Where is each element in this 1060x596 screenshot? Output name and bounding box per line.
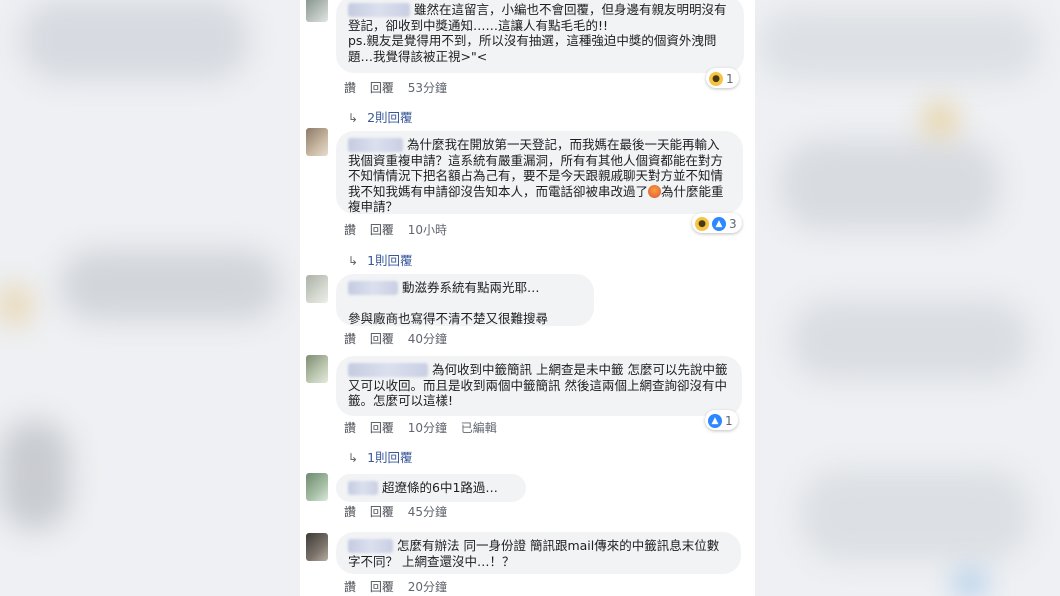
reaction-count: 1 xyxy=(726,72,734,86)
reply-button[interactable]: 回覆 xyxy=(370,505,394,519)
comment-actions: 讚 回覆 10分鐘 已編輯 xyxy=(344,419,507,436)
reaction-count: 3 xyxy=(729,217,737,231)
comment-actions: 讚 回覆 20分鐘 xyxy=(344,578,457,595)
commenter-name[interactable] xyxy=(348,363,428,377)
comment-bubble: 動滋券系統有點兩光耶… 參與廠商也寫得不清不楚又很難搜尋 xyxy=(336,274,594,326)
view-replies-link[interactable]: ↳ 1則回覆 xyxy=(348,250,413,269)
comment-actions: 讚 回覆 53分鐘 xyxy=(344,79,457,96)
wow-icon: ● xyxy=(709,72,723,86)
edited-label[interactable]: 已編輯 xyxy=(461,421,497,435)
like-button[interactable]: 讚 xyxy=(344,332,356,346)
reply-button[interactable]: 回覆 xyxy=(370,332,394,346)
comment-thread: 雖然在這留言，小編也不會回覆，但身邊有親友明明沒有登記，卻收到中獎通知……這讓人… xyxy=(300,0,755,596)
reply-arrow-icon: ↳ xyxy=(348,254,359,268)
comment-timestamp[interactable]: 20分鐘 xyxy=(408,580,447,594)
comment-timestamp[interactable]: 10小時 xyxy=(408,223,447,237)
avatar[interactable] xyxy=(306,355,328,383)
comment-timestamp[interactable]: 40分鐘 xyxy=(408,332,447,346)
like-button[interactable]: 讚 xyxy=(344,223,356,237)
angry-emoji-icon xyxy=(648,184,662,198)
reply-button[interactable]: 回覆 xyxy=(370,223,394,237)
comment-timestamp[interactable]: 10分鐘 xyxy=(408,421,447,435)
like-icon: ▲ xyxy=(712,217,726,231)
like-button[interactable]: 讚 xyxy=(344,421,356,435)
reply-button[interactable]: 回覆 xyxy=(370,81,394,95)
commenter-name[interactable] xyxy=(348,138,403,152)
comment-timestamp[interactable]: 53分鐘 xyxy=(408,81,447,95)
comment-bubble: 為什麼我在開放第一天登記，而我媽在最後一天能再輸入我個資重複申請？這系統有嚴重漏… xyxy=(336,131,743,214)
commenter-name[interactable] xyxy=(348,539,393,553)
view-replies-label: 2則回覆 xyxy=(367,110,413,125)
reply-button[interactable]: 回覆 xyxy=(370,580,394,594)
reply-button[interactable]: 回覆 xyxy=(370,421,394,435)
commenter-name[interactable] xyxy=(348,481,378,495)
reaction-summary[interactable]: ● ▲ 3 xyxy=(692,213,742,233)
comment-bubble: 超遼條的6中1路過… xyxy=(336,474,526,502)
commenter-name[interactable] xyxy=(348,3,410,17)
view-replies-link[interactable]: ↳ 1則回覆 xyxy=(348,447,413,466)
comment-actions: 讚 回覆 10小時 xyxy=(344,221,457,238)
reaction-summary[interactable]: ▲ 1 xyxy=(705,410,738,430)
avatar[interactable] xyxy=(306,533,328,561)
comment-actions: 讚 回覆 40分鐘 xyxy=(344,330,457,347)
avatar[interactable] xyxy=(306,473,328,501)
like-button[interactable]: 讚 xyxy=(344,580,356,594)
commenter-name[interactable] xyxy=(348,281,398,295)
comment-text: 超遼條的6中1路過… xyxy=(382,480,498,495)
like-button[interactable]: 讚 xyxy=(344,505,356,519)
wow-icon: ● xyxy=(695,217,709,231)
comment-actions: 讚 回覆 45分鐘 xyxy=(344,503,457,520)
view-replies-label: 1則回覆 xyxy=(367,450,413,465)
avatar[interactable] xyxy=(306,128,328,156)
comment-bubble: 為何收到中籤簡訊 上網查是未中籤 怎麼可以先說中籤 又可以收回。而且是收到兩個中… xyxy=(336,356,742,416)
comment-timestamp[interactable]: 45分鐘 xyxy=(408,505,447,519)
avatar[interactable] xyxy=(306,275,328,303)
reaction-count: 1 xyxy=(725,414,733,428)
comment-bubble: 雖然在這留言，小編也不會回覆，但身邊有親友明明沒有登記，卻收到中獎通知……這讓人… xyxy=(336,0,744,73)
view-replies-label: 1則回覆 xyxy=(367,253,413,268)
avatar[interactable] xyxy=(306,0,328,22)
view-replies-link[interactable]: ↳ 2則回覆 xyxy=(348,107,413,126)
reaction-summary[interactable]: ● 1 xyxy=(706,68,739,88)
like-button[interactable]: 讚 xyxy=(344,81,356,95)
comment-text: 怎麼有辦法 同一身份證 簡訊跟mail傳來的中籤訊息末位數字不同？ 上網查還沒中… xyxy=(348,538,720,569)
comment-bubble: 怎麼有辦法 同一身份證 簡訊跟mail傳來的中籤訊息末位數字不同？ 上網查還沒中… xyxy=(336,532,741,574)
reply-arrow-icon: ↳ xyxy=(348,451,359,465)
reply-arrow-icon: ↳ xyxy=(348,111,359,125)
like-icon: ▲ xyxy=(708,414,722,428)
